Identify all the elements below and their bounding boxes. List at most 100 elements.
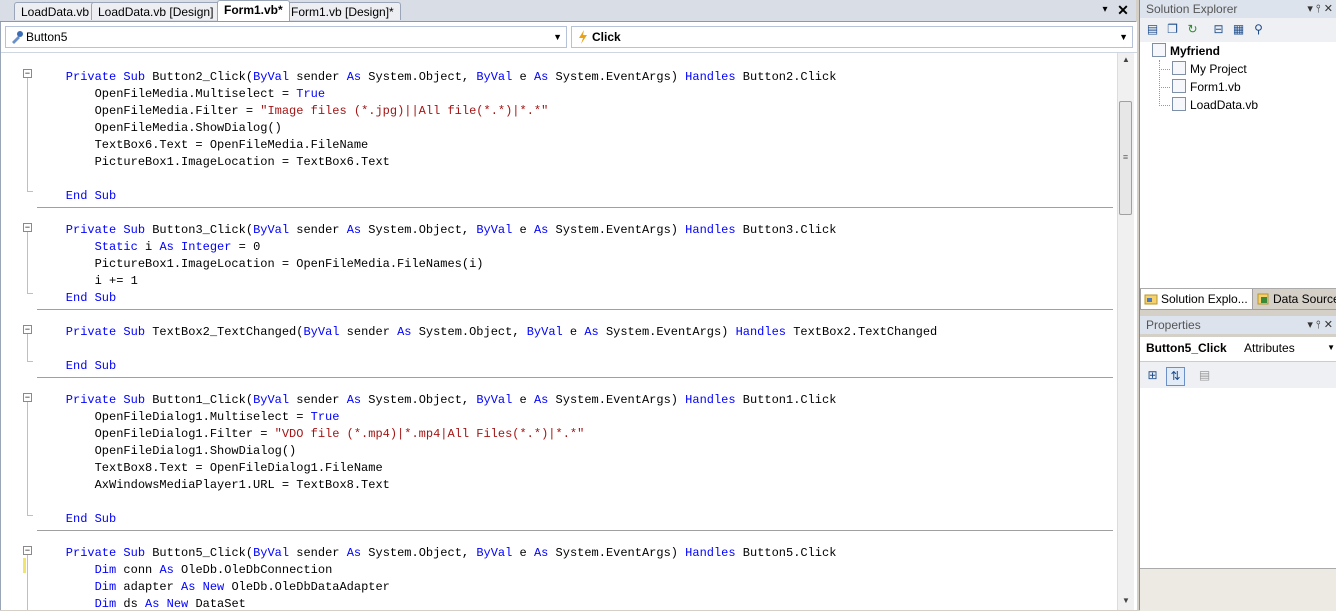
refresh-icon[interactable]: ↻ <box>1184 21 1201 38</box>
object-combo[interactable]: Button5 ▼ <box>5 26 567 48</box>
code-line: End Sub <box>37 291 117 305</box>
tool-windows: Solution Explorer ▾ ⫯ ✕ ▤ ❐ ↻ ⊟ ▦ ⚲ Myfr… <box>1139 0 1336 611</box>
tree-guide <box>1159 105 1170 106</box>
code-line: i += 1 <box>37 274 138 288</box>
class-diagram-icon[interactable]: ⚲ <box>1250 21 1267 38</box>
code-line: TextBox6.Text = OpenFileMedia.FileName <box>37 138 369 152</box>
tab-label: Form1.vb* <box>224 3 283 17</box>
scroll-down-icon[interactable]: ▼ <box>1118 594 1134 608</box>
code-line: OpenFileMedia.Multiselect = True <box>37 87 326 101</box>
event-combo-value: Click <box>592 30 621 44</box>
fold-guide <box>27 515 33 516</box>
form-file-icon <box>1172 97 1186 111</box>
properties-icon[interactable]: ▤ <box>1144 21 1161 38</box>
scroll-up-icon[interactable]: ▲ <box>1118 53 1134 67</box>
tab-form1-vb[interactable]: Form1.vb* <box>217 0 290 21</box>
code-line: End Sub <box>37 359 117 373</box>
code-line: End Sub <box>37 512 117 526</box>
tree-item-loaddata[interactable]: LoadData.vb <box>1172 96 1258 114</box>
collapse-icon[interactable]: − <box>23 325 32 335</box>
panel-title: Solution Explorer <box>1146 2 1238 16</box>
tree-guide <box>1159 69 1170 70</box>
close-icon[interactable]: ✕ <box>1116 2 1130 18</box>
code-line: End Sub <box>37 189 117 203</box>
chevron-down-icon: ▼ <box>1327 343 1335 352</box>
properties-toolbar: ⊞ ⇅ ▤ <box>1140 362 1336 388</box>
code-line: Static i As Integer = 0 <box>37 240 261 254</box>
properties-title-bar: Properties ▾ ⫯ ✕ <box>1140 316 1336 334</box>
method-separator <box>37 309 1113 310</box>
tab-label: LoadData.vb [Design] <box>98 5 214 19</box>
tab-label: Solution Explo... <box>1161 292 1248 306</box>
vertical-scrollbar[interactable]: ▲ ≡ ▼ <box>1117 53 1134 610</box>
alphabetical-icon[interactable]: ⇅ <box>1166 367 1185 386</box>
collapse-icon[interactable]: − <box>23 223 32 233</box>
method-separator <box>37 530 1113 531</box>
code-line: AxWindowsMediaPlayer1.URL = TextBox8.Tex… <box>37 478 390 492</box>
fold-guide <box>27 361 33 362</box>
property-description <box>1140 568 1336 611</box>
tab-loaddata-vb[interactable]: LoadData.vb <box>14 2 97 20</box>
properties-object-type: Attributes <box>1244 341 1295 355</box>
my-project-icon <box>1172 61 1186 75</box>
vb-project-icon <box>1152 43 1166 57</box>
code-line: PictureBox1.ImageLocation = TextBox6.Tex… <box>37 155 390 169</box>
code-line: Dim conn As OleDb.OleDbConnection <box>37 563 333 577</box>
property-pages-icon[interactable]: ▤ <box>1196 367 1213 384</box>
code-line: Private Sub Button5_Click(ByVal sender A… <box>37 546 837 560</box>
tree-item-form1[interactable]: Form1.vb <box>1172 78 1241 96</box>
code-line: OpenFileDialog1.Multiselect = True <box>37 410 340 424</box>
panel-window-buttons[interactable]: ▾ ⫯ ✕ <box>1307 316 1333 334</box>
tab-form1-design[interactable]: Form1.vb [Design]* <box>284 2 401 20</box>
collapse-icon[interactable]: − <box>23 546 32 556</box>
tab-loaddata-design[interactable]: LoadData.vb [Design] <box>91 2 221 20</box>
code-line: OpenFileDialog1.Filter = "VDO file (*.mp… <box>37 427 585 441</box>
fold-guide <box>27 78 28 191</box>
tree-guide <box>1159 60 1160 106</box>
show-all-files-icon[interactable]: ❐ <box>1164 21 1181 38</box>
property-grid[interactable] <box>1140 388 1336 568</box>
code-line: Private Sub Button2_Click(ByVal sender A… <box>37 70 837 84</box>
scrollbar-thumb[interactable]: ≡ <box>1119 101 1132 215</box>
properties-object-selector[interactable]: Button5_Click Attributes ▼ <box>1140 337 1336 362</box>
code-line: OpenFileDialog1.ShowDialog() <box>37 444 297 458</box>
fold-guide <box>27 555 28 610</box>
tree-item-project[interactable]: Myfriend <box>1152 42 1220 60</box>
editor-navigation-bar: Button5 ▼ Click ▼ <box>1 22 1137 53</box>
code-line: OpenFileMedia.Filter = "Image files (*.j… <box>37 104 549 118</box>
collapse-icon[interactable]: − <box>23 393 32 403</box>
code-text-area[interactable]: − Private Sub Button2_Click(ByVal sender… <box>1 53 1117 610</box>
categorized-icon[interactable]: ⊞ <box>1144 367 1161 384</box>
chevron-down-icon[interactable]: ▾ <box>1098 3 1112 17</box>
collapse-icon[interactable]: − <box>23 69 32 79</box>
code-line: Private Sub Button1_Click(ByVal sender A… <box>37 393 837 407</box>
code-line: OpenFileMedia.ShowDialog() <box>37 121 282 135</box>
panel-window-buttons[interactable]: ▾ ⫯ ✕ <box>1307 0 1333 18</box>
document-tab-strip: LoadData.vb LoadData.vb [Design] Form1.v… <box>0 0 1136 22</box>
data-sources-icon <box>1256 292 1270 306</box>
view-designer-icon[interactable]: ▦ <box>1230 21 1247 38</box>
tab-data-sources[interactable]: Data Sources <box>1252 289 1336 310</box>
tree-item-my-project[interactable]: My Project <box>1172 60 1247 78</box>
event-combo[interactable]: Click ▼ <box>571 26 1133 48</box>
solution-explorer-toolbar: ▤ ❐ ↻ ⊟ ▦ ⚲ <box>1140 18 1336 42</box>
method-separator <box>37 377 1113 378</box>
code-line: TextBox8.Text = OpenFileDialog1.FileName <box>37 461 383 475</box>
tree-item-label: Form1.vb <box>1190 80 1241 94</box>
lightning-event-icon <box>576 29 590 45</box>
code-line: Private Sub Button3_Click(ByVal sender A… <box>37 223 837 237</box>
chevron-down-icon: ▼ <box>1119 32 1128 42</box>
tab-label: Form1.vb [Design]* <box>291 5 394 19</box>
fold-guide <box>27 293 33 294</box>
view-code-icon[interactable]: ⊟ <box>1210 21 1227 38</box>
chevron-down-icon: ▼ <box>553 32 562 42</box>
tab-label: Data Sources <box>1273 292 1336 306</box>
fold-guide <box>27 191 33 192</box>
solution-tree: Myfriend My Project Form1.vb LoadData.vb <box>1140 42 1336 288</box>
tab-solution-explorer[interactable]: Solution Explo... <box>1140 289 1253 310</box>
button-object-icon <box>10 29 24 45</box>
tab-label: LoadData.vb <box>21 5 90 19</box>
object-combo-value: Button5 <box>26 30 68 44</box>
form-file-icon <box>1172 79 1186 93</box>
properties-object-name: Button5_Click <box>1146 341 1227 355</box>
